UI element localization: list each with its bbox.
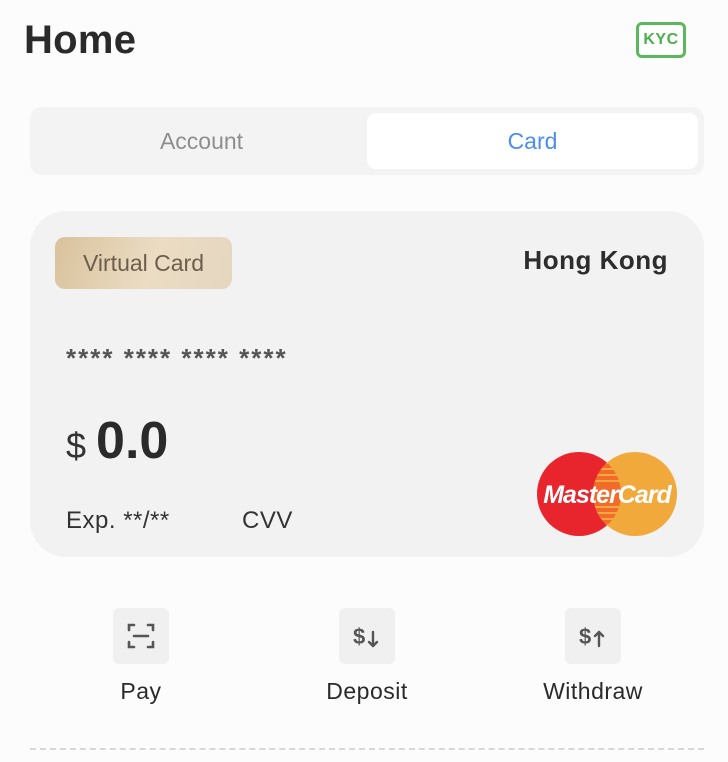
withdraw-button[interactable]: $ Withdraw [482,608,704,708]
mastercard-logo: MasterCard [537,452,677,536]
withdraw-label: Withdraw [543,678,643,704]
deposit-button[interactable]: $ Deposit [256,608,478,708]
mastercard-logo-text: MasterCard [543,481,672,509]
balance-amount: 0.0 [96,412,169,470]
card-balance: $ 0.0 [66,411,168,471]
pay-label: Pay [120,678,162,704]
withdraw-icon: $ [565,608,621,664]
svg-text:$: $ [353,624,365,649]
currency-symbol: $ [66,425,87,466]
card-type-badge: Virtual Card [55,237,232,289]
deposit-label: Deposit [326,678,408,704]
section-divider [30,748,704,750]
home-screen: Home KYC Account Card Virtual Card Hong … [0,0,728,762]
card-number: **** **** **** **** [66,343,288,373]
pay-button[interactable]: Pay [30,608,252,708]
card-actions: Pay $ Deposit $ Withdraw [30,608,704,708]
virtual-card-panel[interactable]: Virtual Card Hong Kong **** **** **** **… [30,211,704,557]
kyc-button[interactable]: KYC [636,22,686,58]
svg-text:$: $ [579,624,591,649]
tab-account[interactable]: Account [36,113,367,169]
page-title: Home [24,18,137,62]
deposit-icon: $ [339,608,395,664]
card-expiry: Exp. **/** [66,507,170,534]
card-cvv: CVV [242,507,293,534]
tab-card[interactable]: Card [367,113,698,169]
card-region-label: Hong Kong [523,245,668,275]
scan-icon [113,608,169,664]
account-card-switch: Account Card [30,107,704,175]
